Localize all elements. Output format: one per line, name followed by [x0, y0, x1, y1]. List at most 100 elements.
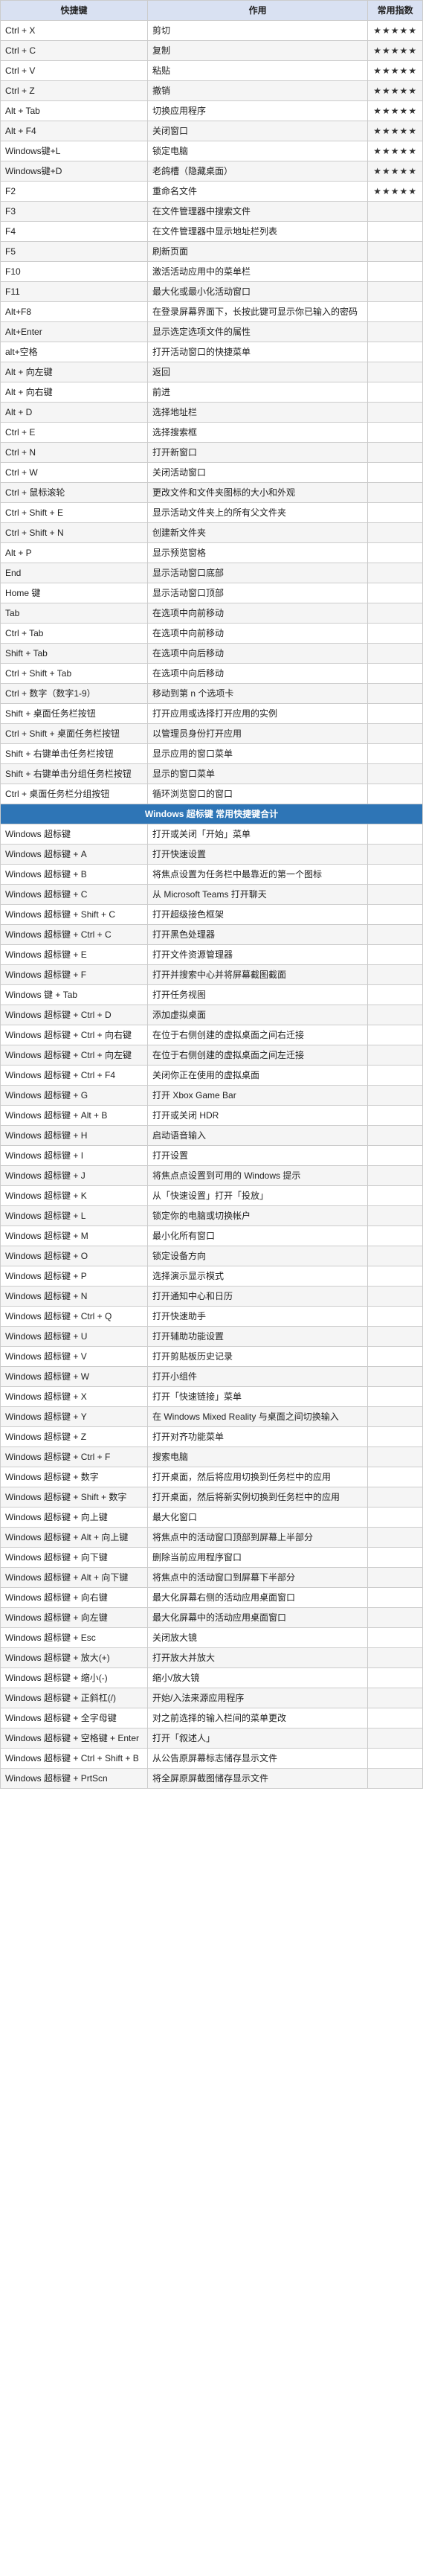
action-text: 将焦点中的活动窗口到屏幕下半部分	[147, 1568, 367, 1588]
frequency-stars	[368, 704, 423, 724]
shortcut-key: Windows 超标键 + I	[1, 1146, 148, 1166]
table-row: Alt + 向左键返回	[1, 362, 423, 382]
frequency-stars	[368, 1266, 423, 1287]
table-row: Windows 超标键 + Ctrl + Shift + B从公告原屏幕标志储存…	[1, 1749, 423, 1769]
shortcut-key: F3	[1, 202, 148, 222]
action-text: 显示活动窗口顶部	[147, 583, 367, 603]
col-header-action: 作用	[147, 1, 367, 21]
action-text: 老鸽槽（隐藏桌面）	[147, 161, 367, 182]
action-text: 关闭活动窗口	[147, 463, 367, 483]
table-row: Windows 超标键 + N打开通知中心和日历	[1, 1287, 423, 1307]
shortcut-key: Windows 超标键 + 放大(+)	[1, 1648, 148, 1668]
frequency-stars	[368, 322, 423, 342]
table-row: Windows 超标键打开或关闭「开始」菜单	[1, 824, 423, 845]
table-row: Windows 超标键 + 放大(+)打开放大并放大	[1, 1648, 423, 1668]
shortcut-key: Windows键+L	[1, 141, 148, 161]
shortcut-key: Windows 超标键 + Z	[1, 1427, 148, 1447]
action-text: 重命名文件	[147, 182, 367, 202]
frequency-stars	[368, 1347, 423, 1367]
table-row: Windows 超标键 + V打开剪贴板历史记录	[1, 1347, 423, 1367]
frequency-stars	[368, 1025, 423, 1045]
shortcut-key: Shift + 右键单击任务栏按钮	[1, 744, 148, 764]
table-row: Windows 超标键 + C从 Microsoft Teams 打开聊天	[1, 885, 423, 905]
action-text: 打开快速助手	[147, 1307, 367, 1327]
table-row: Windows 超标键 + X打开「快速链接」菜单	[1, 1387, 423, 1407]
shortcut-key: Windows 超标键 + L	[1, 1206, 148, 1226]
shortcut-key: Windows 超标键 + B	[1, 865, 148, 885]
shortcut-key: Ctrl + N	[1, 443, 148, 463]
table-row: Windows 超标键 + Ctrl + F搜索电脑	[1, 1447, 423, 1467]
shortcut-key: Shift + Tab	[1, 644, 148, 664]
frequency-stars	[368, 1608, 423, 1628]
shortcut-key: Ctrl + Shift + N	[1, 523, 148, 543]
action-text: 打开黑色处理器	[147, 925, 367, 945]
frequency-stars	[368, 1086, 423, 1106]
action-text: 打开并搜索中心并将屏幕截图截面	[147, 965, 367, 985]
table-row: Shift + 右键单击分组任务栏按钮显示的窗口菜单	[1, 764, 423, 784]
frequency-stars	[368, 282, 423, 302]
table-row: Windows 超标键 + F打开并搜索中心并将屏幕截图截面	[1, 965, 423, 985]
table-row: Windows 超标键 + 全字母键对之前选择的输入栏间的菜单更改	[1, 1708, 423, 1728]
frequency-stars	[368, 1367, 423, 1387]
shortcut-key: Windows 超标键 + 向上键	[1, 1508, 148, 1528]
shortcut-key: Windows 超标键 + Ctrl + 向左键	[1, 1045, 148, 1066]
action-text: 创建新文件夹	[147, 523, 367, 543]
table-row: Windows 超标键 + P选择演示显示模式	[1, 1266, 423, 1287]
frequency-stars	[368, 403, 423, 423]
shortcut-key: Windows 超标键 + 向左键	[1, 1608, 148, 1628]
frequency-stars	[368, 1769, 423, 1789]
table-row: Windows键+D老鸽槽（隐藏桌面）★★★★★	[1, 161, 423, 182]
table-row: Windows 超标键 + K从「快速设置」打开「投放」	[1, 1186, 423, 1206]
table-row: Home 键显示活动窗口顶部	[1, 583, 423, 603]
frequency-stars	[368, 202, 423, 222]
action-text: 打开「快速链接」菜单	[147, 1387, 367, 1407]
action-text: 在选项中向后移动	[147, 644, 367, 664]
shortcut-key: Alt+F8	[1, 302, 148, 322]
frequency-stars	[368, 1588, 423, 1608]
shortcut-key: Windows 超标键 + 数字	[1, 1467, 148, 1487]
shortcut-key: Windows 超标键 + P	[1, 1266, 148, 1287]
table-row: Windows 超标键 + W打开小组件	[1, 1367, 423, 1387]
frequency-stars	[368, 684, 423, 704]
table-row: F11最大化或最小化活动窗口	[1, 282, 423, 302]
shortcut-key: Windows 超标键 + O	[1, 1246, 148, 1266]
shortcut-key: F4	[1, 222, 148, 242]
table-row: Ctrl + Shift + N创建新文件夹	[1, 523, 423, 543]
frequency-stars	[368, 865, 423, 885]
frequency-stars	[368, 1045, 423, 1066]
shortcut-key: Windows 超标键 + M	[1, 1226, 148, 1246]
action-text: 显示的窗口菜单	[147, 764, 367, 784]
frequency-stars	[368, 1287, 423, 1307]
table-row: Alt+F8在登录屏幕界面下，长按此键可显示你已输入的密码	[1, 302, 423, 322]
action-text: 将焦点设置为任务栏中最靠近的第一个图标	[147, 865, 367, 885]
table-row: Ctrl + 鼠标滚轮更改文件和文件夹图标的大小和外观	[1, 483, 423, 503]
action-text: 选择地址栏	[147, 403, 367, 423]
table-row: Ctrl + Shift + Tab在选项中向后移动	[1, 664, 423, 684]
frequency-stars	[368, 764, 423, 784]
table-row: Windows 超标键 + Y在 Windows Mixed Reality 与…	[1, 1407, 423, 1427]
action-text: 在选项中向后移动	[147, 664, 367, 684]
shortcut-key: Ctrl + 鼠标滚轮	[1, 483, 148, 503]
table-row: Windows 超标键 + Shift + 数字打开桌面，然后将新实例切换到任务…	[1, 1487, 423, 1508]
table-row: Windows 键 + Tab打开任务视图	[1, 985, 423, 1005]
shortcut-key: Windows 超标键 + Ctrl + D	[1, 1005, 148, 1025]
shortcut-key: Alt + 向右键	[1, 382, 148, 403]
shortcut-key: F10	[1, 262, 148, 282]
frequency-stars	[368, 965, 423, 985]
action-text: 打开通知中心和日历	[147, 1287, 367, 1307]
shortcut-key: Ctrl + Tab	[1, 624, 148, 644]
action-text: 开始/入法来源应用程序	[147, 1688, 367, 1708]
action-text: 打开放大并放大	[147, 1648, 367, 1668]
table-row: Alt+Enter显示选定选项文件的属性	[1, 322, 423, 342]
action-text: 复制	[147, 41, 367, 61]
section-title-windows: Windows 超标键 常用快捷键合计	[1, 804, 423, 824]
table-row: Ctrl + W关闭活动窗口	[1, 463, 423, 483]
action-text: 启动语音输入	[147, 1126, 367, 1146]
shortcut-key: Alt + P	[1, 543, 148, 563]
shortcut-key: Windows 超标键 + 向右键	[1, 1588, 148, 1608]
action-text: 打开辅助功能设置	[147, 1327, 367, 1347]
shortcut-key: Ctrl + V	[1, 61, 148, 81]
action-text: 打开或关闭「开始」菜单	[147, 824, 367, 845]
shortcut-key: F11	[1, 282, 148, 302]
action-text: 切换应用程序	[147, 101, 367, 121]
